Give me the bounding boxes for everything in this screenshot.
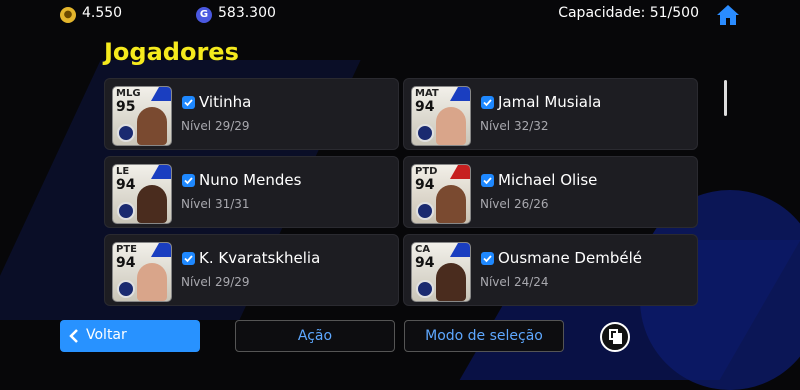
copy-icon[interactable] [600,322,630,352]
player-thumbnail: PTE 94 [112,242,172,302]
player-rating: 94 [116,177,136,193]
player-level: Nível 29/29 [181,275,250,289]
selection-mode-button[interactable]: Modo de seleção [404,320,564,352]
player-photo [137,185,167,223]
chevron-left-icon [69,329,78,343]
player-card[interactable]: PTD 94 Michael Olise Nível 26/26 [403,156,698,228]
page-title: Jogadores [104,38,239,66]
player-rating: 94 [415,255,435,271]
capacity-label: Capacidade: 51/500 [558,5,699,21]
player-thumbnail: LE 94 [112,164,172,224]
club-crest-icon [416,280,434,298]
coins-value: 4.550 [82,5,123,21]
verified-check-icon [182,96,195,109]
top-bar: ● 4.550 G 583.300 Capacidade: 51/500 [0,0,800,30]
scrollbar[interactable] [724,80,727,116]
player-rating: 94 [415,177,435,193]
player-name: Vitinha [199,93,252,111]
player-thumbnail: MLG 95 [112,86,172,146]
player-level: Nível 29/29 [181,119,250,133]
back-button[interactable]: Voltar [60,320,200,352]
verified-check-icon [182,174,195,187]
player-position: MLG [116,88,141,99]
player-rating: 94 [415,99,435,115]
club-crest-icon [416,202,434,220]
player-name: K. Kvaratskhelia [199,249,321,267]
player-position: PTE [116,244,137,255]
player-photo [436,107,466,145]
club-crest-icon [117,124,135,142]
player-rating: 94 [116,255,136,271]
player-level: Nível 32/32 [480,119,549,133]
player-position: PTD [415,166,438,177]
player-rating: 95 [116,99,136,115]
player-name: Michael Olise [498,171,598,189]
player-card[interactable]: MLG 95 Vitinha Nível 29/29 [104,78,399,150]
player-card[interactable]: PTE 94 K. Kvaratskhelia Nível 29/29 [104,234,399,306]
player-level: Nível 31/31 [181,197,250,211]
verified-check-icon [481,174,494,187]
player-position: CA [415,244,431,255]
player-position: LE [116,166,130,177]
player-thumbnail: CA 94 [411,242,471,302]
player-photo [436,263,466,301]
verified-check-icon [481,252,494,265]
coin-icon: ● [60,7,76,23]
club-crest-icon [117,202,135,220]
player-level: Nível 26/26 [480,197,549,211]
home-icon[interactable] [716,4,740,26]
player-photo [436,185,466,223]
player-name: Nuno Mendes [199,171,302,189]
verified-check-icon [481,96,494,109]
player-card[interactable]: MAT 94 Jamal Musiala Nível 32/32 [403,78,698,150]
club-crest-icon [416,124,434,142]
player-card[interactable]: LE 94 Nuno Mendes Nível 31/31 [104,156,399,228]
action-button[interactable]: Ação [235,320,395,352]
verified-check-icon [182,252,195,265]
player-card[interactable]: CA 94 Ousmane Dembélé Nível 24/24 [403,234,698,306]
gp-icon: G [196,7,212,23]
player-position: MAT [415,88,439,99]
player-level: Nível 24/24 [480,275,549,289]
player-name: Jamal Musiala [498,93,602,111]
gp-value: 583.300 [218,5,276,21]
back-label: Voltar [86,327,127,343]
player-thumbnail: PTD 94 [411,164,471,224]
player-photo [137,107,167,145]
player-photo [137,263,167,301]
player-thumbnail: MAT 94 [411,86,471,146]
club-crest-icon [117,280,135,298]
player-name: Ousmane Dembélé [498,249,642,267]
